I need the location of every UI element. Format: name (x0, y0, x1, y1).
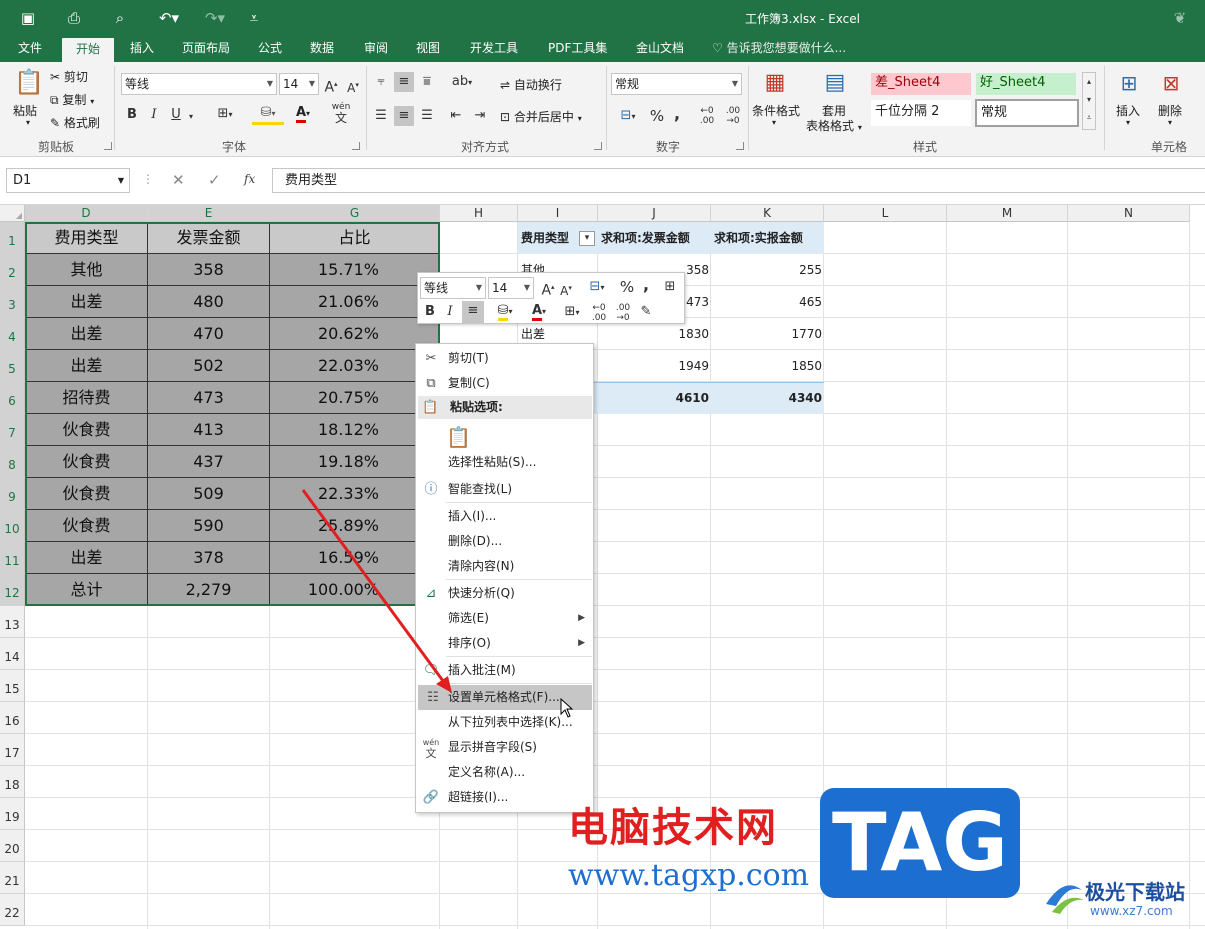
watermark-text: 电脑技术网 (568, 805, 778, 851)
watermark-tag-logo: TAG (820, 788, 1020, 898)
watermark-url: www.tagxp.com (568, 858, 810, 893)
watermark-site-url: www.xz7.com (1090, 904, 1173, 918)
annotation-arrow-icon (301, 489, 452, 693)
watermark-site: 极光下载站 (1085, 880, 1185, 904)
watermark-aurora-logo-icon (1046, 885, 1084, 914)
excel-window: ▣ ⎙ ⌕ ↶▾ ↷▾ ⩡ 工作簿3.xlsx - Excel ❦ 文件 开始 … (0, 0, 1205, 929)
